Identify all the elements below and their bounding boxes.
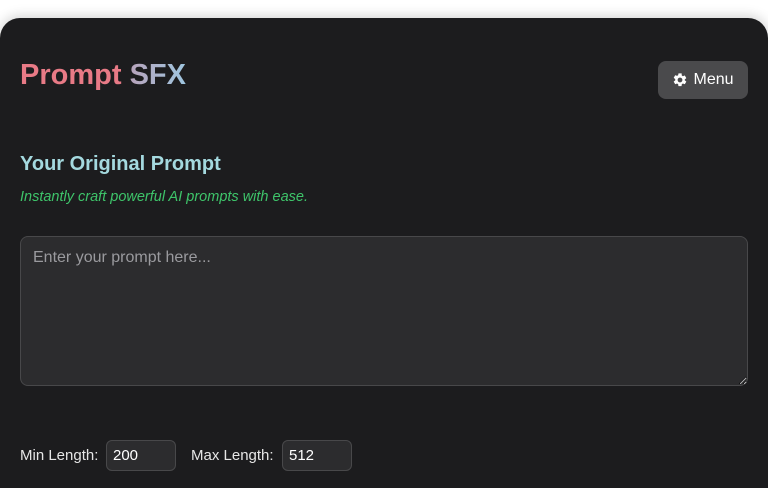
app-title: Prompt SFX — [20, 58, 186, 92]
gear-icon — [674, 73, 687, 87]
menu-button-label: Menu — [693, 71, 734, 88]
app-title-prompt: Prompt — [20, 59, 122, 91]
max-length-label: Max Length: — [191, 447, 274, 464]
prompt-section-heading: Your Original Prompt — [20, 153, 221, 175]
min-length-label: Min Length: — [20, 447, 99, 464]
min-length-input[interactable] — [106, 440, 176, 471]
prompt-section-tagline: Instantly craft powerful AI prompts with… — [20, 189, 308, 205]
prompt-textarea[interactable] — [20, 236, 748, 386]
menu-button[interactable]: Menu — [658, 61, 748, 99]
app-title-sfx: SFX — [129, 59, 186, 91]
max-length-input[interactable] — [282, 440, 352, 471]
